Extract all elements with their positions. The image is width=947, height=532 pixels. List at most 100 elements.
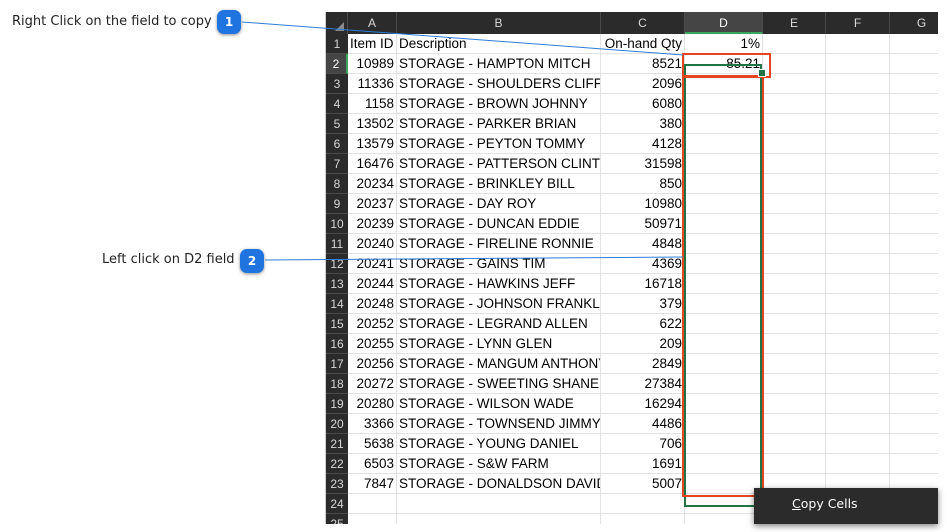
- cell-g[interactable]: [890, 94, 938, 114]
- cell-item-id[interactable]: 10989: [348, 54, 397, 74]
- row-header[interactable]: 14: [326, 294, 348, 314]
- row-header[interactable]: 18: [326, 374, 348, 394]
- cell-e[interactable]: [763, 154, 826, 174]
- cell-g[interactable]: [890, 254, 938, 274]
- cell-item-id[interactable]: 20280: [348, 394, 397, 414]
- cell-description[interactable]: STORAGE - JOHNSON FRANKLIN: [397, 294, 601, 314]
- cell-d[interactable]: [685, 414, 763, 434]
- cell-g[interactable]: [890, 114, 938, 134]
- cell-description[interactable]: STORAGE - SWEETING SHANE: [397, 374, 601, 394]
- cell-e[interactable]: [763, 134, 826, 154]
- cell-empty[interactable]: [685, 514, 763, 524]
- row-header[interactable]: 25: [326, 514, 348, 524]
- cell-item-id[interactable]: 20252: [348, 314, 397, 334]
- cell-d[interactable]: [685, 274, 763, 294]
- cell-d[interactable]: [685, 434, 763, 454]
- cell-f[interactable]: [826, 454, 890, 474]
- cell-item-id[interactable]: 5638: [348, 434, 397, 454]
- cell-f[interactable]: [826, 134, 890, 154]
- cell-onhand-qty[interactable]: 16718: [601, 274, 685, 294]
- cell-g[interactable]: [890, 294, 938, 314]
- fill-handle[interactable]: [758, 69, 766, 77]
- cell-f[interactable]: [826, 34, 890, 54]
- cell-g[interactable]: [890, 374, 938, 394]
- cell-e[interactable]: [763, 294, 826, 314]
- cell-f[interactable]: [826, 174, 890, 194]
- cell-description[interactable]: STORAGE - PARKER BRIAN: [397, 114, 601, 134]
- row-header[interactable]: 7: [326, 154, 348, 174]
- cell-onhand-qty[interactable]: 706: [601, 434, 685, 454]
- cell-g[interactable]: [890, 154, 938, 174]
- cell-f[interactable]: [826, 294, 890, 314]
- cell-e[interactable]: [763, 254, 826, 274]
- cell-e[interactable]: [763, 394, 826, 414]
- row-header[interactable]: 6: [326, 134, 348, 154]
- cell-d[interactable]: [685, 294, 763, 314]
- cell-f[interactable]: [826, 74, 890, 94]
- cell-e[interactable]: [763, 414, 826, 434]
- cell-f[interactable]: [826, 234, 890, 254]
- cell-description[interactable]: STORAGE - LEGRAND ALLEN: [397, 314, 601, 334]
- select-all-corner[interactable]: [326, 12, 348, 34]
- cell-onhand-qty[interactable]: 50971: [601, 214, 685, 234]
- cell-f[interactable]: [826, 374, 890, 394]
- cell-f[interactable]: [826, 314, 890, 334]
- cell-description[interactable]: STORAGE - TOWNSEND JIMMY: [397, 414, 601, 434]
- column-header-b[interactable]: B: [397, 12, 601, 34]
- cell-f[interactable]: [826, 254, 890, 274]
- cell-e[interactable]: [763, 94, 826, 114]
- column-header-g[interactable]: G: [890, 12, 938, 34]
- cell-d[interactable]: [685, 174, 763, 194]
- cell-f[interactable]: [826, 334, 890, 354]
- cell-item-id[interactable]: 3366: [348, 414, 397, 434]
- cell-e[interactable]: [763, 334, 826, 354]
- context-menu-copy-cells[interactable]: Copy Cells: [792, 488, 858, 520]
- row-header[interactable]: 1: [326, 34, 348, 54]
- row-header[interactable]: 8: [326, 174, 348, 194]
- cell-a1[interactable]: Item ID: [348, 34, 397, 54]
- cell-e[interactable]: [763, 34, 826, 54]
- cell-description[interactable]: STORAGE - BROWN JOHNNY: [397, 94, 601, 114]
- cell-e[interactable]: [763, 274, 826, 294]
- cell-e[interactable]: [763, 374, 826, 394]
- cell-item-id[interactable]: 11336: [348, 74, 397, 94]
- column-header-d[interactable]: D: [685, 12, 763, 34]
- cell-g[interactable]: [890, 414, 938, 434]
- cell-d1[interactable]: 1%: [685, 34, 763, 54]
- row-header[interactable]: 3: [326, 74, 348, 94]
- cell-onhand-qty[interactable]: 622: [601, 314, 685, 334]
- cell-f[interactable]: [826, 54, 890, 74]
- cell-d[interactable]: [685, 214, 763, 234]
- cell-onhand-qty[interactable]: 10980: [601, 194, 685, 214]
- cell-empty[interactable]: [397, 494, 601, 514]
- cell-item-id[interactable]: 1158: [348, 94, 397, 114]
- cell-f[interactable]: [826, 414, 890, 434]
- cell-description[interactable]: STORAGE - DONALDSON DAVID: [397, 474, 601, 494]
- cell-e[interactable]: [763, 194, 826, 214]
- cell-d[interactable]: [685, 254, 763, 274]
- cell-c1[interactable]: On-hand Qty: [601, 34, 685, 54]
- cell-d2[interactable]: 85.21: [685, 54, 763, 74]
- row-header[interactable]: 24: [326, 494, 348, 514]
- cell-description[interactable]: STORAGE - LYNN GLEN: [397, 334, 601, 354]
- cell-item-id[interactable]: 20241: [348, 254, 397, 274]
- cell-g[interactable]: [890, 434, 938, 454]
- cell-description[interactable]: STORAGE - DUNCAN EDDIE: [397, 214, 601, 234]
- cell-onhand-qty[interactable]: 1691: [601, 454, 685, 474]
- row-header[interactable]: 16: [326, 334, 348, 354]
- row-header[interactable]: 13: [326, 274, 348, 294]
- cell-d[interactable]: [685, 334, 763, 354]
- column-header-a[interactable]: A: [348, 12, 397, 34]
- cell-g[interactable]: [890, 194, 938, 214]
- column-header-c[interactable]: C: [601, 12, 685, 34]
- cell-description[interactable]: STORAGE - MANGUM ANTHONY: [397, 354, 601, 374]
- cell-e[interactable]: [763, 354, 826, 374]
- cell-d[interactable]: [685, 394, 763, 414]
- cell-g[interactable]: [890, 314, 938, 334]
- cell-d[interactable]: [685, 114, 763, 134]
- cell-empty[interactable]: [601, 494, 685, 514]
- cell-e[interactable]: [763, 214, 826, 234]
- row-header[interactable]: 15: [326, 314, 348, 334]
- cell-item-id[interactable]: 13579: [348, 134, 397, 154]
- cell-empty[interactable]: [348, 494, 397, 514]
